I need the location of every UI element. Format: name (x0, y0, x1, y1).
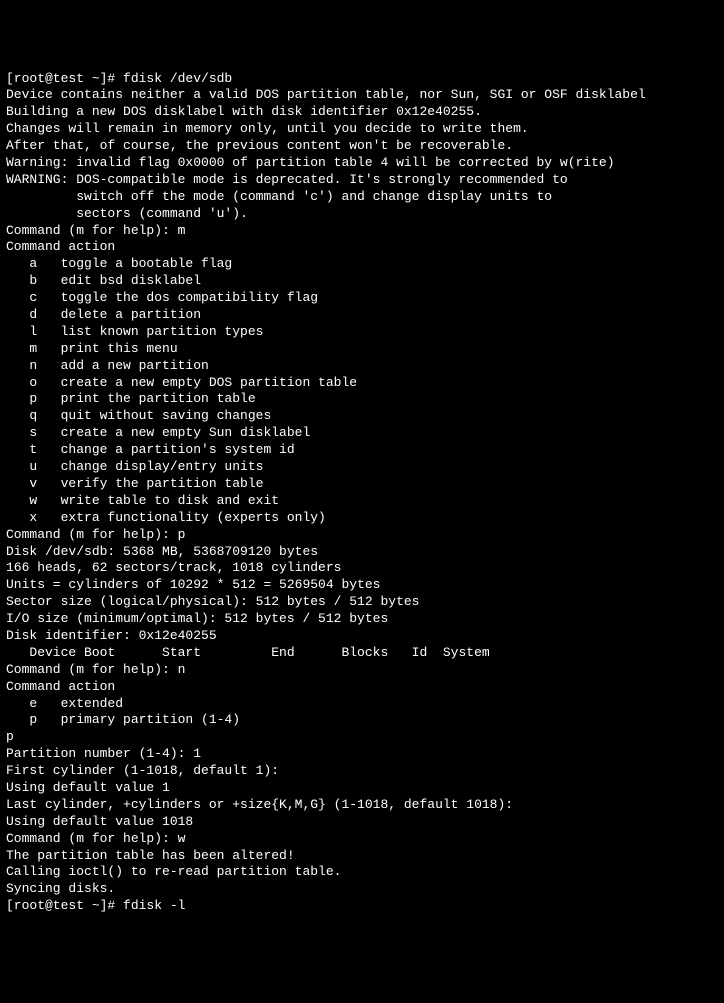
terminal-line: [root@test ~]# fdisk -l (6, 898, 718, 915)
terminal-line: The partition table has been altered! (6, 848, 718, 865)
terminal-line: switch off the mode (command 'c') and ch… (6, 189, 718, 206)
terminal-line: n add a new partition (6, 358, 718, 375)
terminal-line: p primary partition (1-4) (6, 712, 718, 729)
terminal-line: Device contains neither a valid DOS part… (6, 87, 718, 104)
terminal-line: Calling ioctl() to re-read partition tab… (6, 864, 718, 881)
terminal-line: p (6, 729, 718, 746)
terminal-line: Partition number (1-4): 1 (6, 746, 718, 763)
terminal-line: sectors (command 'u'). (6, 206, 718, 223)
terminal-line: Units = cylinders of 10292 * 512 = 52695… (6, 577, 718, 594)
terminal-line: Command (m for help): n (6, 662, 718, 679)
terminal-line: Command (m for help): p (6, 527, 718, 544)
terminal-line: 166 heads, 62 sectors/track, 1018 cylind… (6, 560, 718, 577)
terminal-line: Last cylinder, +cylinders or +size{K,M,G… (6, 797, 718, 814)
terminal-line: Syncing disks. (6, 881, 718, 898)
terminal-line: Device Boot Start End Blocks Id System (6, 645, 718, 662)
terminal-line: Using default value 1 (6, 780, 718, 797)
terminal-line: Command action (6, 679, 718, 696)
terminal-line: w write table to disk and exit (6, 493, 718, 510)
terminal-output: [root@test ~]# fdisk /dev/sdbDevice cont… (6, 71, 718, 916)
terminal-line: Command (m for help): m (6, 223, 718, 240)
terminal-line: a toggle a bootable flag (6, 256, 718, 273)
terminal-line: [root@test ~]# fdisk /dev/sdb (6, 71, 718, 88)
terminal-line: v verify the partition table (6, 476, 718, 493)
terminal-line: m print this menu (6, 341, 718, 358)
terminal-line: d delete a partition (6, 307, 718, 324)
terminal-line: Sector size (logical/physical): 512 byte… (6, 594, 718, 611)
terminal-line: b edit bsd disklabel (6, 273, 718, 290)
terminal-line: I/O size (minimum/optimal): 512 bytes / … (6, 611, 718, 628)
terminal-line: Command (m for help): w (6, 831, 718, 848)
terminal-line: t change a partition's system id (6, 442, 718, 459)
terminal-line: Building a new DOS disklabel with disk i… (6, 104, 718, 121)
terminal-line: e extended (6, 696, 718, 713)
terminal-line: Command action (6, 239, 718, 256)
terminal-line: Warning: invalid flag 0x0000 of partitio… (6, 155, 718, 172)
terminal-line: WARNING: DOS-compatible mode is deprecat… (6, 172, 718, 189)
terminal-line: After that, of course, the previous cont… (6, 138, 718, 155)
terminal-line: x extra functionality (experts only) (6, 510, 718, 527)
terminal-line: Changes will remain in memory only, unti… (6, 121, 718, 138)
terminal-line: p print the partition table (6, 391, 718, 408)
terminal-line: Disk /dev/sdb: 5368 MB, 5368709120 bytes (6, 544, 718, 561)
terminal-line: l list known partition types (6, 324, 718, 341)
terminal-line: Disk identifier: 0x12e40255 (6, 628, 718, 645)
terminal-line: s create a new empty Sun disklabel (6, 425, 718, 442)
terminal-line: c toggle the dos compatibility flag (6, 290, 718, 307)
terminal-line: Using default value 1018 (6, 814, 718, 831)
terminal-line: u change display/entry units (6, 459, 718, 476)
terminal-line: q quit without saving changes (6, 408, 718, 425)
terminal-line: o create a new empty DOS partition table (6, 375, 718, 392)
terminal-line: First cylinder (1-1018, default 1): (6, 763, 718, 780)
